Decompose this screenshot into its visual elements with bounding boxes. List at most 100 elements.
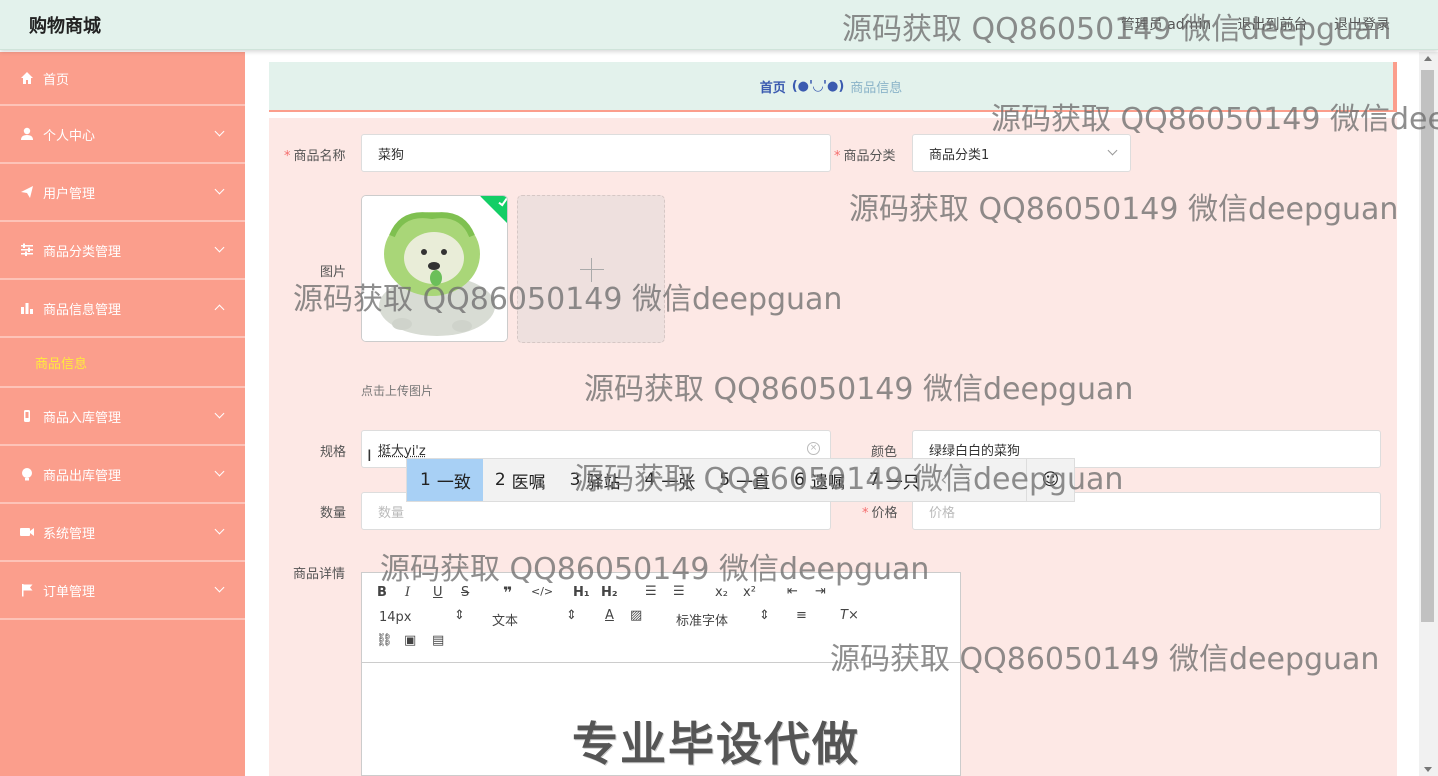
ime-candidate[interactable]: 1 一致 [407,459,483,501]
page-scrollbar[interactable] [1419,52,1438,776]
quote-icon[interactable]: ❞ [503,583,512,602]
sidebar-subitem-product-info[interactable]: 商品信息 [0,338,245,388]
chevron-down-icon [214,466,225,477]
chevron-down-icon [214,408,225,419]
align-icon[interactable]: ≡ [796,608,807,623]
sidebar-item-label: 商品入库管理 [43,410,122,426]
ime-candidate[interactable]: 5 一直 [707,459,782,501]
logout-link[interactable]: 退出登录 [1334,17,1390,33]
ime-candidate[interactable]: 6 遗嘱 [782,459,857,501]
sidebar-item-profile[interactable]: 个人中心 [0,106,245,164]
upload-hint: 点击上传图片 [361,384,434,398]
ime-candidate-bar: 1 一致 2 医嘱 3 驿站 4 一张 5 一直 6 遗嘱 7 一只 ‹ › ☺ [406,458,1075,502]
sidebar-item-label: 订单管理 [43,584,96,600]
editor-body[interactable]: 专业毕设代做 [362,664,960,776]
ime-candidate[interactable]: 3 驿站 [558,459,633,501]
sidebar-item-label: 首页 [43,72,70,88]
chevron-down-icon [214,184,225,195]
sidebar-subitem-label: 商品信息 [35,356,88,372]
spec-label: 规格 [320,445,347,460]
block-type-select[interactable]: 文本 [492,610,518,629]
header-actions: 管理员 admin 退出到前台 退出登录 [1099,14,1390,34]
detail-label: 商品详情 [293,567,346,582]
font-color-icon[interactable]: A [605,608,614,623]
scroll-up-icon[interactable] [1424,56,1432,61]
font-family-select[interactable]: 标准字体 [676,610,728,629]
link-icon[interactable]: ⛓ [376,633,393,648]
sidebar-item-system[interactable]: 系统管理 [0,504,245,562]
ime-candidate[interactable]: 7 一只 [857,459,932,501]
sidebar-item-product-info[interactable]: 商品信息管理 [0,280,245,338]
name-label: * 商品名称 [284,149,346,164]
ime-prev-icon[interactable]: ‹ [932,470,956,490]
breadcrumb-home[interactable]: 首页 [760,77,786,96]
h1-icon[interactable]: H₁ [573,585,590,600]
admin-label: 管理员 admin [1120,17,1212,33]
underline-icon[interactable]: U [433,585,443,600]
ime-candidate[interactable]: 4 一张 [632,459,707,501]
clear-icon[interactable]: × [807,442,820,455]
sidebar-item-users[interactable]: 用户管理 [0,164,245,222]
top-header: 购物商城 管理员 admin 退出到前台 退出登录 [0,0,1438,50]
video-icon[interactable]: ▤ [432,633,444,648]
scroll-thumb[interactable] [1421,70,1434,622]
send-icon [19,184,35,200]
sidebar-item-stock-out[interactable]: 商品出库管理 [0,446,245,504]
code-icon[interactable]: </> [531,585,553,598]
font-size-select[interactable]: 14px [379,610,412,625]
sidebar-item-label: 个人中心 [43,128,96,144]
sidebar-item-label: 商品分类管理 [43,244,122,260]
clear-format-icon[interactable]: T× [840,608,859,623]
superscript-icon[interactable]: x² [743,585,756,600]
image-icon[interactable]: ▣ [404,633,416,648]
upload-button[interactable] [517,195,665,343]
sidebar-item-label: 用户管理 [43,186,96,202]
updown-icon: ⇕ [566,608,577,623]
front-link[interactable]: 退出到前台 [1238,17,1308,33]
bullet-list-icon[interactable]: ☰ [673,584,685,599]
bold-icon[interactable]: B [377,585,387,600]
category-selected: 商品分类1 [929,147,990,163]
subscript-icon[interactable]: x₂ [715,585,728,600]
ime-next-icon[interactable]: › [956,470,980,490]
editor-toolbar: B I U S ❞ </> H₁ H₂ ☰ ☰ ⇤ ⇥ x₂ x² 14px ⇕… [362,573,960,663]
category-select[interactable]: 商品分类1 [912,134,1131,172]
spec-value: 挺大yi'z [378,443,426,459]
text-cursor-icon: I [367,446,372,465]
home-icon [19,70,35,86]
editor-image-text: 专业毕设代做 [572,717,860,771]
outdent-icon[interactable]: ⇤ [787,584,798,599]
scroll-down-icon[interactable] [1424,767,1432,772]
rich-text-editor: B I U S ❞ </> H₁ H₂ ☰ ☰ ⇤ ⇥ x₂ x² 14px ⇕… [361,572,961,776]
italic-icon[interactable]: I [405,585,410,600]
sidebar-item-label: 商品出库管理 [43,468,122,484]
ordered-list-icon[interactable]: ☰ [645,584,657,599]
phone-icon [19,408,35,424]
user-icon [19,126,35,142]
qty-label: 数量 [320,506,347,521]
bar-chart-icon [19,300,35,316]
sidebar-item-orders[interactable]: 订单管理 [0,562,245,620]
chevron-down-icon [214,524,225,535]
chevron-down-icon [214,126,225,137]
chevron-down-icon [214,582,225,593]
uploaded-image[interactable] [361,195,508,342]
h2-icon[interactable]: H₂ [601,585,618,600]
ime-candidate[interactable]: 2 医嘱 [483,459,558,501]
breadcrumb-face: (●'◡'●) [791,78,845,94]
sidebar-item-home[interactable]: 首页 [0,52,245,106]
sidebar-item-label: 商品信息管理 [43,302,122,318]
sidebar-item-category[interactable]: 商品分类管理 [0,222,245,280]
camera-icon [19,524,35,540]
indent-icon[interactable]: ⇥ [815,584,826,599]
price-label: * 价格 [862,506,898,521]
bulb-icon [19,466,35,482]
sidebar-item-stock-in[interactable]: 商品入库管理 [0,388,245,446]
strike-icon[interactable]: S [461,585,469,600]
emoji-icon[interactable]: ☺ [1026,459,1074,501]
background-color-icon[interactable]: ▨ [630,608,642,623]
breadcrumb: 首页 (●'◡'●) 商品信息 [269,62,1397,112]
name-input[interactable]: 菜狗 [361,134,831,172]
sliders-icon [19,242,35,258]
brand-title: 购物商城 [29,16,101,37]
